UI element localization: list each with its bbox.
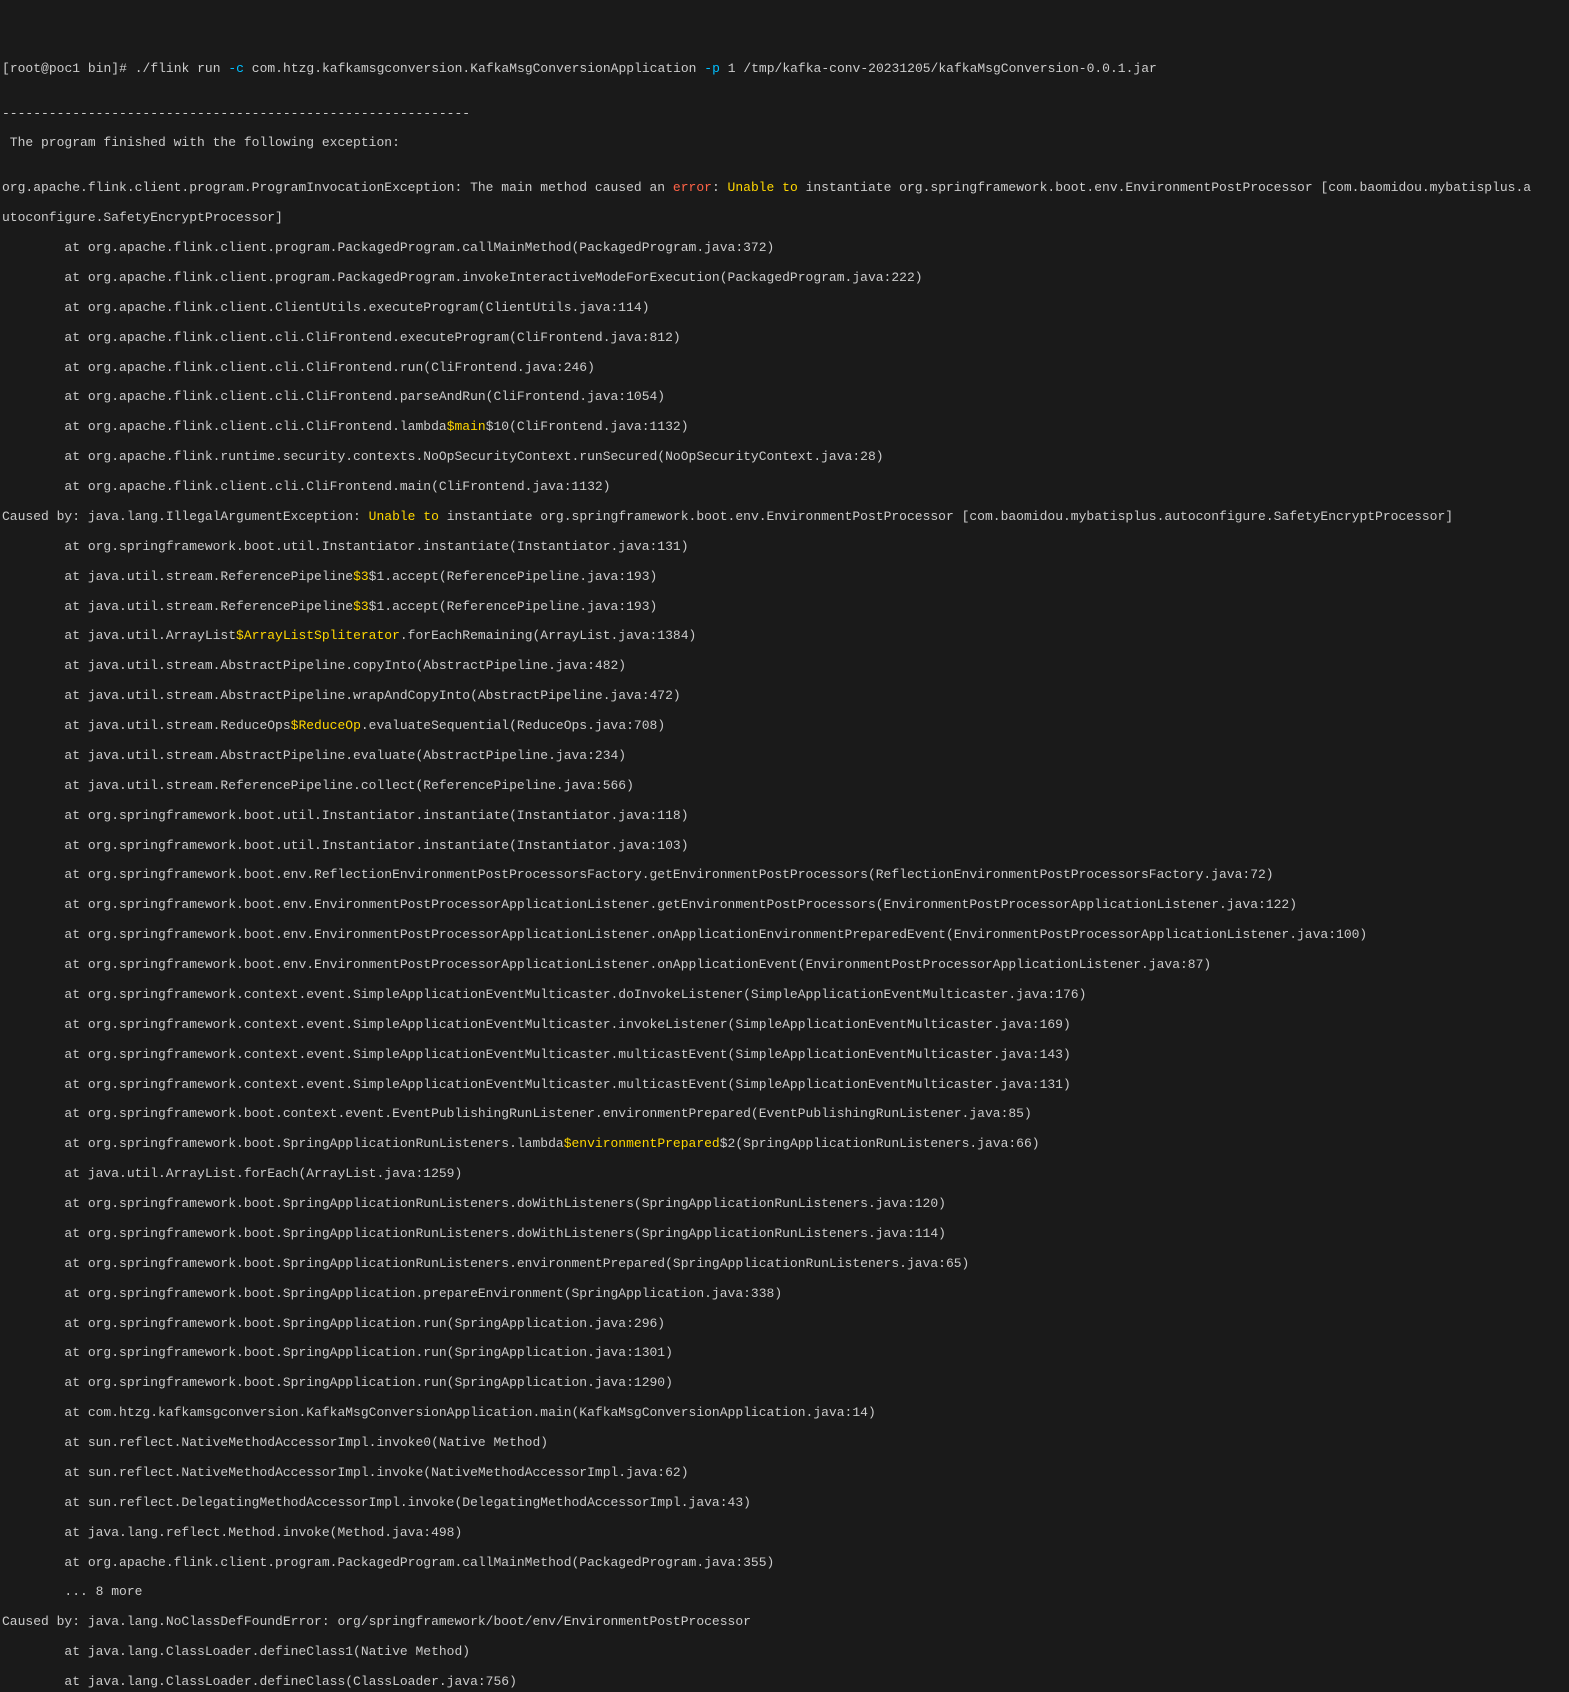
stack-line: at org.springframework.boot.util.Instant… xyxy=(2,540,1567,555)
stack-line: at org.springframework.context.event.Sim… xyxy=(2,1078,1567,1093)
stack-line: at org.springframework.context.event.Sim… xyxy=(2,1048,1567,1063)
stack-line: at sun.reflect.NativeMethodAccessorImpl.… xyxy=(2,1466,1567,1481)
hl-dollar3: $3 xyxy=(353,599,369,614)
separator-line: ----------------------------------------… xyxy=(2,107,1567,122)
command-jar: /tmp/kafka-conv-20231205/kafkaMsgConvers… xyxy=(743,61,1156,76)
stack-line: at com.htzg.kafkamsgconversion.KafkaMsgC… xyxy=(2,1406,1567,1421)
stack-line: at sun.reflect.NativeMethodAccessorImpl.… xyxy=(2,1436,1567,1451)
prompt-symbol: # xyxy=(119,61,127,76)
stack-line: at org.springframework.boot.SpringApplic… xyxy=(2,1227,1567,1242)
stack-post: $2(SpringApplicationRunListeners.java:66… xyxy=(720,1136,1040,1151)
stack-line: at org.apache.flink.runtime.security.con… xyxy=(2,450,1567,465)
stack-line: at org.springframework.boot.SpringApplic… xyxy=(2,1197,1567,1212)
stack-line-lambda: at org.apache.flink.client.cli.CliFronte… xyxy=(2,420,1567,435)
stack-post: $1.accept(ReferencePipeline.java:193) xyxy=(369,569,658,584)
exception-prefix: org.apache.flink.client.program.ProgramI… xyxy=(2,180,673,195)
stack-line: at org.springframework.boot.env.Environm… xyxy=(2,898,1567,913)
intro-line: The program finished with the following … xyxy=(2,136,1567,151)
stack-line: at org.springframework.boot.env.Environm… xyxy=(2,958,1567,973)
stack-line: at org.apache.flink.client.cli.CliFronte… xyxy=(2,480,1567,495)
unable-to: Unable to xyxy=(728,180,798,195)
command-parallelism: 1 xyxy=(728,61,736,76)
stack-post: .evaluateSequential(ReduceOps.java:708) xyxy=(361,718,665,733)
hl-dollar3: $3 xyxy=(353,569,369,584)
stack-line-arraylist: at java.util.ArrayList$ArrayListSplitera… xyxy=(2,629,1567,644)
stack-line: at java.util.stream.AbstractPipeline.cop… xyxy=(2,659,1567,674)
exception-rest: instantiate org.springframework.boot.env… xyxy=(798,180,1531,195)
stack-line: at java.lang.reflect.Method.invoke(Metho… xyxy=(2,1526,1567,1541)
stack-line: at org.apache.flink.client.cli.CliFronte… xyxy=(2,331,1567,346)
stack-line: at org.apache.flink.client.ClientUtils.e… xyxy=(2,301,1567,316)
exception-line2: utoconfigure.SafetyEncryptProcessor] xyxy=(2,211,1567,226)
stack-line: at org.springframework.boot.env.Environm… xyxy=(2,928,1567,943)
stack-pre: at java.util.stream.ReferencePipeline xyxy=(2,599,353,614)
stack-pre: at org.springframework.boot.SpringApplic… xyxy=(2,1136,564,1151)
hl-arraylist: $ArrayListSpliterator xyxy=(236,628,400,643)
stack-line: at sun.reflect.DelegatingMethodAccessorI… xyxy=(2,1496,1567,1511)
stack-line: at java.util.ArrayList.forEach(ArrayList… xyxy=(2,1167,1567,1182)
stack-line-ref: at java.util.stream.ReferencePipeline$3$… xyxy=(2,600,1567,615)
stack-line: at org.apache.flink.client.program.Packa… xyxy=(2,271,1567,286)
hl-reduceop: $ReduceOp xyxy=(291,718,361,733)
error-word: error xyxy=(673,180,712,195)
prompt-path: bin xyxy=(88,61,111,76)
stack-pre: at java.util.stream.ReduceOps xyxy=(2,718,291,733)
stack-pre: at java.util.stream.ReferencePipeline xyxy=(2,569,353,584)
hl-envprep: $environmentPrepared xyxy=(564,1136,720,1151)
hl-main: $main xyxy=(447,419,486,434)
stack-line: at org.springframework.boot.SpringApplic… xyxy=(2,1317,1567,1332)
caused-post: instantiate org.springframework.boot.env… xyxy=(439,509,1453,524)
stack-line: at org.springframework.boot.SpringApplic… xyxy=(2,1376,1567,1391)
exception-line: org.apache.flink.client.program.ProgramI… xyxy=(2,181,1567,196)
stack-line: at org.springframework.boot.SpringApplic… xyxy=(2,1287,1567,1302)
prompt-host: poc1 xyxy=(49,61,80,76)
stack-line: at org.apache.flink.client.program.Packa… xyxy=(2,241,1567,256)
terminal-output: [root@poc1 bin]# ./flink run -c com.htzg… xyxy=(2,62,1567,1690)
stack-line: at org.apache.flink.client.cli.CliFronte… xyxy=(2,361,1567,376)
command-exe: ./flink run xyxy=(135,61,221,76)
caused-by-line: Caused by: java.lang.NoClassDefFoundErro… xyxy=(2,1615,1567,1630)
stack-line: at java.lang.ClassLoader.defineClass(Cla… xyxy=(2,1675,1567,1690)
stack-post: $10(CliFrontend.java:1132) xyxy=(486,419,689,434)
stack-pre: at org.apache.flink.client.cli.CliFronte… xyxy=(2,419,447,434)
stack-line: at java.util.stream.AbstractPipeline.eva… xyxy=(2,749,1567,764)
stack-line: at org.apache.flink.client.program.Packa… xyxy=(2,1556,1567,1571)
stack-line: at org.springframework.context.event.Sim… xyxy=(2,1018,1567,1033)
stack-pre: at java.util.ArrayList xyxy=(2,628,236,643)
stack-post: .forEachRemaining(ArrayList.java:1384) xyxy=(400,628,696,643)
stack-line-envprep: at org.springframework.boot.SpringApplic… xyxy=(2,1137,1567,1152)
stack-line-more: ... 8 more xyxy=(2,1585,1567,1600)
stack-line: at org.springframework.context.event.Sim… xyxy=(2,988,1567,1003)
stack-line: at java.util.stream.AbstractPipeline.wra… xyxy=(2,689,1567,704)
stack-line: at org.springframework.boot.util.Instant… xyxy=(2,809,1567,824)
unable-to: Unable to xyxy=(369,509,439,524)
prompt-user: root xyxy=(10,61,41,76)
caused-by-line: Caused by: java.lang.IllegalArgumentExce… xyxy=(2,510,1567,525)
prompt-line[interactable]: [root@poc1 bin]# ./flink run -c com.htzg… xyxy=(2,62,1567,77)
stack-line: at org.springframework.boot.SpringApplic… xyxy=(2,1257,1567,1272)
exception-colon: : xyxy=(712,180,728,195)
command-class: com.htzg.kafkamsgconversion.KafkaMsgConv… xyxy=(252,61,697,76)
stack-line: at org.apache.flink.client.cli.CliFronte… xyxy=(2,390,1567,405)
stack-line: at java.lang.ClassLoader.defineClass1(Na… xyxy=(2,1645,1567,1660)
stack-line: at org.springframework.boot.SpringApplic… xyxy=(2,1346,1567,1361)
stack-post: $1.accept(ReferencePipeline.java:193) xyxy=(369,599,658,614)
stack-line-reduce: at java.util.stream.ReduceOps$ReduceOp.e… xyxy=(2,719,1567,734)
stack-line: at java.util.stream.ReferencePipeline.co… xyxy=(2,779,1567,794)
stack-line-ref: at java.util.stream.ReferencePipeline$3$… xyxy=(2,570,1567,585)
flag-c: -c xyxy=(228,61,244,76)
stack-line: at org.springframework.boot.env.Reflecti… xyxy=(2,868,1567,883)
stack-line: at org.springframework.boot.context.even… xyxy=(2,1107,1567,1122)
flag-p: -p xyxy=(704,61,720,76)
caused-pre: Caused by: java.lang.IllegalArgumentExce… xyxy=(2,509,369,524)
